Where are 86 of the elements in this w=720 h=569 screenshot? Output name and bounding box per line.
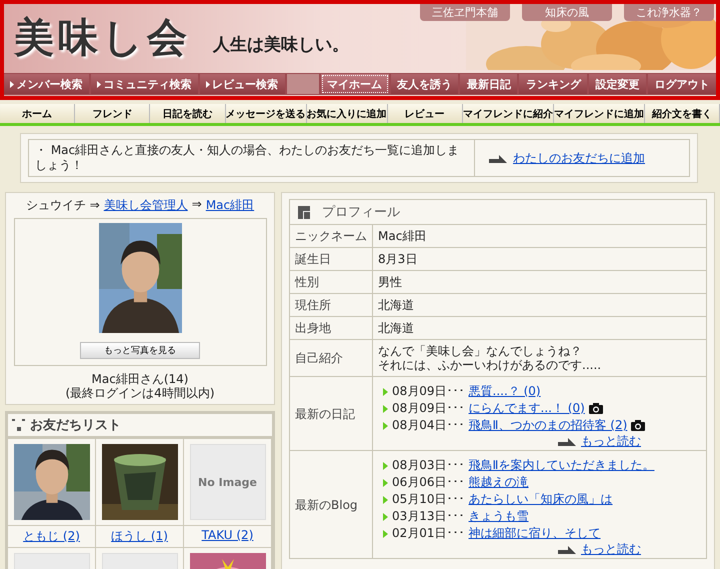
entry-link[interactable]: あたらしい「知床の風」は [468,491,613,508]
read-more-link[interactable]: もっと読む [581,542,641,556]
breadcrumb-link[interactable]: Mac緋田 [206,197,254,214]
entry-date: 02月01日･･･ [392,525,465,542]
bullet-icon [383,496,388,504]
entry-link[interactable]: 飛鳥Ⅱ、つかのまの招待客 (2) [468,417,628,434]
entry-date: 08月09日･･･ [392,383,465,400]
bullet-icon [383,462,388,470]
sub-nav-button[interactable]: メッセージを送る [226,104,307,123]
profile-title: プロフィール [322,204,400,221]
nav-button[interactable]: 友人を誘う [390,74,458,94]
member-name: Mac緋田さん(14) [92,372,188,386]
caret-icon [10,80,14,88]
profile-icon [298,206,310,218]
breadcrumb-text: ⇒ [192,197,202,213]
breadcrumb-link[interactable]: 美味し会管理人 [104,197,188,214]
field-value: 男性 [372,270,706,294]
field-label: 自己紹介 [290,340,372,376]
field-value: 北海道 [372,294,706,316]
bullet-icon [383,388,388,396]
nav-button[interactable]: 最新日記 [460,74,518,94]
entry-link[interactable]: 神は細部に宿り、そして [468,525,601,542]
entry-link[interactable]: 悪質....？ (0) [468,383,541,400]
entry-link[interactable]: 熊越えの滝 [468,474,529,491]
camera-icon [588,403,603,414]
nav-button[interactable]: 設定変更 [589,74,646,94]
entry-link[interactable]: にらんでます...！ (0) [468,400,585,417]
sub-nav-button[interactable]: レビュー [388,104,463,123]
field-label: 性別 [290,270,372,294]
more-photos-button[interactable]: もっと写真を見る [80,342,200,359]
add-friend-link[interactable]: わたしのお友だちに追加 [513,150,645,166]
tagline: 人生は美味しい。 [213,34,349,56]
site-logo[interactable]: 美味し会 [14,10,191,64]
friend-link[interactable]: ほうし (1) [111,529,168,543]
notice-message: ・ Mac緋田さんと直接の友人・知人の場合、わたしのお友だち一覧に追加しましょう！ [29,140,475,176]
nav-button[interactable]: ランキング [519,74,588,94]
caret-icon [206,80,210,88]
breadcrumb-text: シュウイチ ⇒ [26,197,100,214]
field-value: Mac緋田 [372,224,706,248]
arrow-icon [489,154,507,162]
friend-link[interactable]: TAKU (2) [202,528,254,542]
caret-icon [97,80,102,88]
arrow-icon [558,436,576,446]
camera-icon [631,420,646,431]
entry-date: 08月03日･･･ [392,457,465,474]
entry-date: 08月09日･･･ [392,400,465,417]
entry-link[interactable]: 飛鳥Ⅱを案内していただきました。 [468,457,654,474]
bullet-icon [383,404,388,412]
sub-nav-button[interactable]: マイフレンドに紹介 [462,104,554,123]
search-nav-button[interactable]: レビュー検索 [200,74,285,94]
friend-link[interactable]: ともじ (2) [23,529,80,543]
corner-icon [12,419,26,431]
bullet-icon [383,478,388,486]
field-label: 最新のBlog [290,450,372,558]
field-label: 出身地 [290,316,372,340]
search-nav-button[interactable]: コミュニティ検索 [90,74,198,94]
sub-nav-button[interactable]: マイフレンドに追加 [554,104,645,123]
search-nav-button[interactable]: メンバー検索 [4,74,89,94]
field-label: ニックネーム [290,224,372,248]
friends-title: お友だちリスト [30,417,121,434]
bullet-icon [383,512,388,520]
nav-button[interactable]: ログアウト [648,74,716,94]
no-image-text: No Image [198,476,257,488]
bullet-icon [383,530,388,538]
read-more-link[interactable]: もっと読む [581,434,641,448]
sub-nav-button[interactable]: 紹介文を書く [644,104,720,123]
sub-nav-button[interactable]: お気に入りに追加 [306,104,388,123]
field-value: 北海道 [372,316,706,340]
nav-spacer [286,74,319,94]
field-value: なんで「美味し会」なんでしょうね？ それには、ふかーいわけがあるのです..... [372,340,706,376]
field-value: 8月3日 [372,248,706,270]
entry-date: 03月13日･･･ [392,508,465,525]
bullet-icon [383,422,388,430]
entry-date: 05月10日･･･ [392,491,465,508]
arrow-icon [558,544,576,554]
sub-nav-button[interactable]: フレンド [75,104,150,123]
field-label: 現住所 [290,294,372,316]
entry-date: 08月04日･･･ [392,417,465,434]
last-login: (最終ログインは4時間以内) [66,386,214,400]
sub-nav-button[interactable]: 日記を読む [150,104,226,123]
entry-date: 06月06日･･･ [392,474,465,491]
sub-nav-button[interactable]: ホーム [0,104,76,123]
nav-button[interactable]: マイホーム [320,74,389,94]
field-label: 最新の日記 [290,376,372,450]
field-label: 誕生日 [290,248,372,270]
entry-link[interactable]: きょうも雪 [468,508,529,525]
